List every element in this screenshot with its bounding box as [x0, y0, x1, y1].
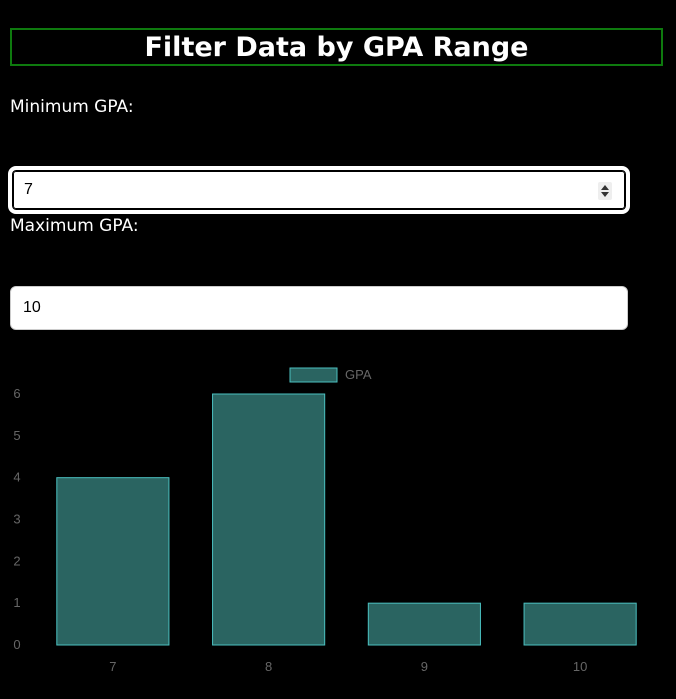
spinner-down-icon[interactable]: [601, 192, 609, 197]
max-gpa-field[interactable]: [10, 286, 628, 330]
bar: [212, 393, 326, 646]
title-box: Filter Data by GPA Range: [10, 28, 663, 66]
x-axis: 7 8 9 10: [109, 659, 587, 674]
min-gpa-input[interactable]: [12, 169, 586, 211]
max-gpa-label: Maximum GPA:: [10, 216, 139, 236]
y-tick-label: 0: [13, 637, 20, 652]
spinner-up-icon[interactable]: [601, 185, 609, 190]
page: Filter Data by GPA Range Minimum GPA: Ma…: [0, 0, 676, 699]
max-gpa-input[interactable]: [11, 286, 585, 330]
bar: [523, 602, 637, 646]
y-tick-label: 3: [13, 512, 20, 527]
min-gpa-field[interactable]: [10, 168, 628, 212]
legend-swatch[interactable]: [289, 367, 338, 383]
x-tick-label: 7: [109, 659, 116, 674]
x-tick-label: 9: [421, 659, 428, 674]
y-tick-label: 5: [13, 428, 20, 443]
chart-legend[interactable]: GPA: [289, 367, 372, 383]
y-axis: 0 1 2 3 4 5 6: [13, 386, 20, 652]
min-gpa-label: Minimum GPA:: [10, 97, 134, 117]
y-tick-label: 1: [13, 595, 20, 610]
y-tick-label: 2: [13, 553, 20, 568]
bar: [56, 477, 170, 646]
y-tick-label: 4: [13, 470, 20, 485]
legend-label[interactable]: GPA: [345, 367, 372, 382]
bar: [367, 602, 481, 646]
page-title: Filter Data by GPA Range: [144, 31, 529, 63]
y-tick-label: 6: [13, 386, 20, 401]
bars: [56, 393, 637, 646]
number-spinner[interactable]: [598, 182, 612, 200]
gpa-bar-chart: GPA 0 1 2 3 4 5 6 7 8 9 10: [13, 367, 637, 674]
x-tick-label: 8: [265, 659, 272, 674]
x-tick-label: 10: [573, 659, 587, 674]
